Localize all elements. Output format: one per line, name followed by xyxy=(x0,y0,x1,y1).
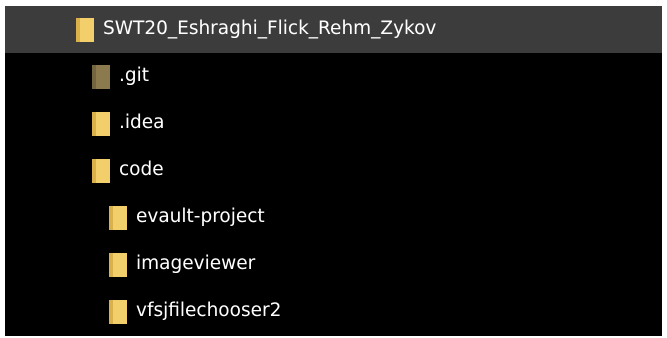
tree-item-label: imageviewer xyxy=(136,253,256,275)
tree-item-code[interactable]: code xyxy=(5,147,662,194)
folder-icon xyxy=(109,205,127,230)
tree-item-swt20-root[interactable]: SWT20_Eshraghi_Flick_Rehm_Zykov xyxy=(5,6,662,53)
tree-item-imageviewer[interactable]: imageviewer xyxy=(5,241,662,288)
folder-tree: SWT20_Eshraghi_Flick_Rehm_Zykov .git .id… xyxy=(5,6,662,336)
tree-item-git[interactable]: .git xyxy=(5,53,662,100)
window-frame: SWT20_Eshraghi_Flick_Rehm_Zykov .git .id… xyxy=(0,0,667,338)
tree-item-idea[interactable]: .idea xyxy=(5,100,662,147)
folder-icon xyxy=(76,17,94,42)
tree-item-label: .idea xyxy=(119,112,165,134)
tree-item-label: vfsjfilechooser2 xyxy=(136,300,282,322)
tree-item-evault-project[interactable]: evault-project xyxy=(5,194,662,241)
folder-icon xyxy=(92,158,110,183)
folder-icon xyxy=(109,252,127,277)
tree-item-label: code xyxy=(119,159,164,181)
tree-item-label: evault-project xyxy=(136,206,265,228)
tree-item-label: SWT20_Eshraghi_Flick_Rehm_Zykov xyxy=(103,18,437,40)
tree-item-vfsjfilechooser2[interactable]: vfsjfilechooser2 xyxy=(5,288,662,335)
folder-icon xyxy=(92,111,110,136)
tree-item-label: .git xyxy=(119,65,150,87)
folder-icon xyxy=(109,299,127,324)
folder-hidden-icon xyxy=(92,64,110,89)
